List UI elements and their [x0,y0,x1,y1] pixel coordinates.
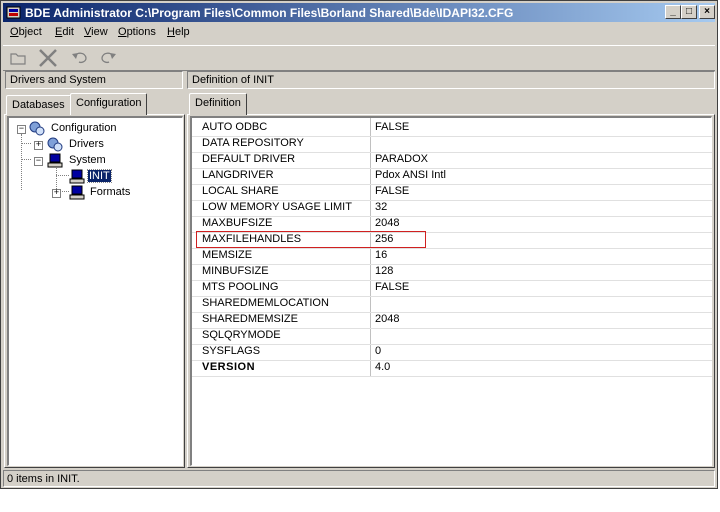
parameter-name: SYSFLAGS [202,345,261,357]
tab-configuration[interactable]: Configuration [70,93,148,115]
parameter-name: MTS POOLING [202,281,279,293]
parameter-value[interactable]: 2048 [375,217,399,229]
undo-icon[interactable] [69,48,91,68]
row-divider [192,376,712,377]
menu-bar: Object Edit View Options Help [3,23,715,42]
redo-icon[interactable] [97,48,119,68]
tree-node-formats[interactable]: + Formats [9,185,179,201]
bde-administrator-window: BDE Administrator C:\Program Files\Commo… [0,0,718,489]
parameter-name: MINBUFSIZE [202,265,269,277]
parameter-value[interactable]: 2048 [375,313,399,325]
parameter-name: MEMSIZE [202,249,253,261]
system-computer-icon [47,153,63,168]
tree-label-selected: INIT [87,169,112,183]
parameter-name: SHAREDMEMLOCATION [202,297,329,309]
configuration-icon [29,121,45,136]
minimize-button[interactable]: _ [665,5,681,19]
close-button[interactable]: × [699,5,715,19]
drivers-icon [47,137,63,152]
tree-node-drivers[interactable]: + Drivers [9,137,179,153]
bde-app-icon [6,6,21,19]
formats-computer-icon [69,185,85,200]
tree-node-configuration[interactable]: − Configuration [9,121,179,137]
table-row[interactable]: LOCAL SHARE FALSE [192,184,712,201]
parameter-name: SHAREDMEMSIZE [202,313,298,325]
parameter-value[interactable]: 128 [375,265,393,277]
table-row[interactable]: LANGDRIVER Pdox ANSI Intl [192,168,712,185]
parameter-value[interactable]: Pdox ANSI Intl [375,169,446,181]
table-row[interactable]: SQLQRYMODE [192,328,712,345]
tab-definition[interactable]: Definition [189,93,247,115]
parameter-value[interactable]: 16 [375,249,387,261]
table-row[interactable]: MAXBUFSIZE 2048 [192,216,712,233]
open-folder-icon[interactable] [7,48,29,68]
tree-label: Drivers [69,138,104,150]
parameter-value[interactable]: 0 [375,345,381,357]
table-row[interactable]: SHAREDMEMLOCATION [192,296,712,313]
definition-grid[interactable]: AUTO ODBC FALSE DATA REPOSITORY DEFAULT DRI… [190,116,712,466]
parameter-name: AUTO ODBC [202,121,268,133]
table-row[interactable]: AUTO ODBC FALSE [192,120,712,137]
expand-toggle[interactable]: + [52,189,61,198]
table-row[interactable]: LOW MEMORY USAGE LIMIT 32 [192,200,712,217]
menu-options[interactable]: Options [118,26,156,38]
parameter-name: LOW MEMORY USAGE LIMIT [202,201,352,213]
left-panel-header: Drivers and System [5,71,183,89]
parameter-value[interactable]: 4.0 [375,361,390,373]
table-row[interactable]: DEFAULT DRIVER PARADOX [192,152,712,169]
table-row[interactable]: MEMSIZE 16 [192,248,712,265]
menu-view[interactable]: View [84,26,108,38]
parameter-name: VERSION [202,361,256,373]
window-title: BDE Administrator C:\Program Files\Commo… [25,6,514,20]
init-computer-icon [69,169,85,184]
collapse-toggle[interactable]: − [34,157,43,166]
parameter-name: MAXBUFSIZE [202,217,273,229]
tree-node-init[interactable]: INIT [9,169,179,185]
parameter-name: DEFAULT DRIVER [202,153,296,165]
parameter-value[interactable]: FALSE [375,121,409,133]
menu-edit[interactable]: Edit [55,26,74,38]
parameter-name: SQLQRYMODE [202,329,281,341]
delete-icon[interactable] [37,48,59,68]
table-row[interactable]: MINBUFSIZE 128 [192,264,712,281]
menu-help[interactable]: Help [167,26,190,38]
table-row[interactable]: VERSION 4.0 [192,360,712,377]
parameter-name: LANGDRIVER [202,169,274,181]
table-row[interactable]: SYSFLAGS 0 [192,344,712,361]
collapse-toggle[interactable]: − [17,125,26,134]
parameter-name: LOCAL SHARE [202,185,279,197]
tree-label: Formats [90,186,131,198]
tree-node-system[interactable]: − System [9,153,179,169]
maxfilehandles-highlight-box [196,231,426,248]
configuration-tree[interactable]: − Configuration + Drivers − System INIT [7,116,183,466]
right-panel-header: Definition of INIT [187,71,715,89]
status-bar: 0 items in INIT. [3,470,715,487]
parameter-value[interactable]: 32 [375,201,387,213]
table-row[interactable]: SHAREDMEMSIZE 2048 [192,312,712,329]
maximize-button[interactable]: □ [681,5,697,19]
table-row[interactable]: DATA REPOSITORY [192,136,712,153]
tree-label: System [69,154,106,166]
tree-label: Configuration [51,122,117,134]
title-bar[interactable]: BDE Administrator C:\Program Files\Commo… [3,3,715,22]
parameter-value[interactable]: FALSE [375,185,409,197]
tab-databases[interactable]: Databases [6,95,71,115]
parameter-value[interactable]: FALSE [375,281,409,293]
parameter-value[interactable]: PARADOX [375,153,428,165]
parameter-name: DATA REPOSITORY [202,137,304,149]
expand-toggle[interactable]: + [34,141,43,150]
menu-object[interactable]: Object [10,26,42,38]
table-row[interactable]: MTS POOLING FALSE [192,280,712,297]
toolbar [3,45,715,71]
